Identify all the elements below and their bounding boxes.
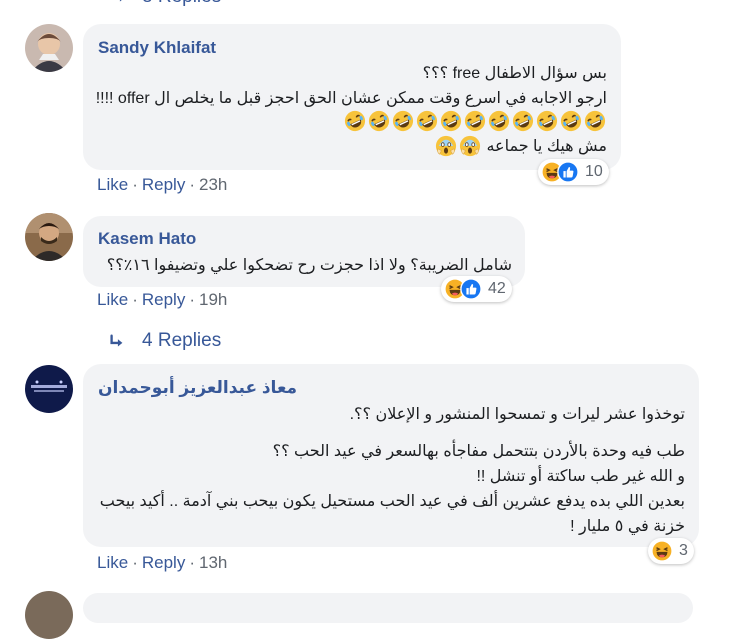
laughing-emoji-icon <box>416 110 438 132</box>
laughing-emoji-icon <box>512 110 534 132</box>
reaction-count: 42 <box>488 280 506 297</box>
like-reaction-icon <box>460 278 482 300</box>
like-reaction-icon <box>557 161 579 183</box>
laughing-emoji-icon <box>464 110 486 132</box>
comment-actions: Like · Reply · 23h <box>97 175 228 194</box>
comment-actions: Like · Reply · 19h <box>97 290 228 309</box>
comment-bubble <box>83 593 693 623</box>
view-replies-label: 4 Replies <box>142 330 222 351</box>
reaction-summary[interactable]: 10 <box>538 159 609 185</box>
screaming-emoji-icon <box>459 135 481 157</box>
comment-text-line: و الله غير طب ساكتة أو تنشل !! <box>476 468 685 485</box>
comment-text-line: توخذوا عشر ليرات و تمسحوا المنشور و الإع… <box>349 406 685 423</box>
like-link[interactable]: Like <box>97 553 128 572</box>
timestamp[interactable]: 19h <box>199 290 227 309</box>
comment-author[interactable]: معاذ عبدالعزيز أبوحمدان <box>98 378 297 398</box>
reaction-summary[interactable]: 42 <box>441 276 512 302</box>
screaming-emoji-icon <box>435 135 457 157</box>
comment-text-line-with-emoji: مش هيك يا جماعه <box>434 135 607 159</box>
reaction-count: 10 <box>585 163 603 180</box>
comment-author[interactable]: Sandy Khlaifat <box>98 38 216 58</box>
avatar[interactable] <box>25 365 73 413</box>
emoji-row <box>343 110 607 134</box>
comment-text-line: شامل الضريبة؟ ولا اذا حجزت رح تضحكوا علي… <box>106 257 512 274</box>
avatar[interactable] <box>25 24 73 72</box>
laughing-emoji-icon <box>392 110 414 132</box>
laughing-emoji-icon <box>368 110 390 132</box>
reaction-summary[interactable]: 3 <box>648 538 694 564</box>
reply-link[interactable]: Reply <box>142 290 185 309</box>
comment-text-line: مش هيك يا جماعه <box>486 138 607 155</box>
reply-link[interactable]: Reply <box>142 553 185 572</box>
haha-reaction-icon <box>651 540 673 562</box>
timestamp[interactable]: 13h <box>199 553 227 572</box>
laughing-emoji-icon <box>488 110 510 132</box>
reply-arrow-icon <box>110 0 128 6</box>
laughing-emoji-icon <box>584 110 606 132</box>
top-replies-label: 8 Replies <box>142 0 221 8</box>
avatar[interactable] <box>25 591 73 639</box>
comment-author[interactable]: Kasem Hato <box>98 229 196 249</box>
view-replies-link[interactable]: 4 Replies <box>108 330 238 356</box>
reply-link[interactable]: Reply <box>142 175 185 194</box>
reply-arrow-icon <box>108 333 126 351</box>
comment-text-line: بعدين اللي بده يدفع عشرين ألف في عيد الح… <box>99 493 685 510</box>
comment-actions: Like · Reply · 13h <box>97 553 228 572</box>
like-link[interactable]: Like <box>97 175 128 194</box>
comment-text-line: ارجو الاجابه في اسرع وقت ممكن عشان الحق … <box>95 90 607 107</box>
reaction-count: 3 <box>679 542 688 559</box>
like-link[interactable]: Like <box>97 290 128 309</box>
laughing-emoji-icon <box>560 110 582 132</box>
comment-text-line: خزنة في ٥ مليار ! <box>570 518 685 535</box>
timestamp[interactable]: 23h <box>199 175 227 194</box>
comment-text-line: بس سؤال الاطفال free ؟؟؟ <box>422 65 607 82</box>
avatar[interactable] <box>25 213 73 261</box>
laughing-emoji-icon <box>440 110 462 132</box>
comment-text-line: طب فيه وحدة بالأردن بتتحمل مفاجأه بهالسع… <box>272 443 685 460</box>
laughing-emoji-icon <box>536 110 558 132</box>
laughing-emoji-icon <box>344 110 366 132</box>
